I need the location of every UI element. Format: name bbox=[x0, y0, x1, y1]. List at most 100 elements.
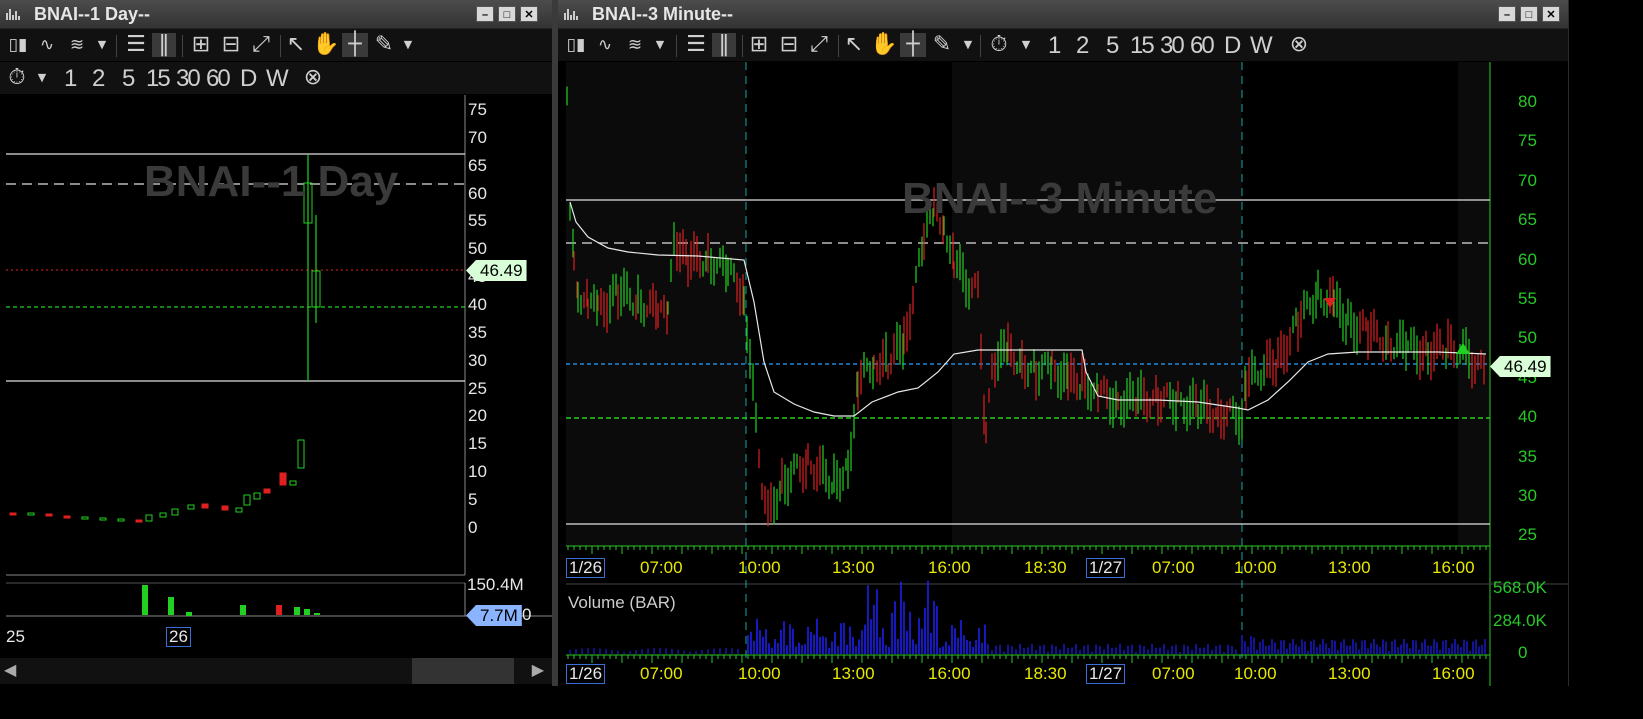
x-tick: 10:00 bbox=[738, 558, 781, 577]
daily-candle bbox=[63, 515, 71, 519]
timeframe-15[interactable]: 15 bbox=[1130, 33, 1155, 59]
daily-candle bbox=[135, 519, 143, 523]
daily-candle bbox=[253, 492, 261, 500]
y-axis-tick: 60 bbox=[1518, 249, 1537, 269]
daily-volume-bar bbox=[314, 613, 320, 615]
scroll-left-icon[interactable]: ◀ bbox=[4, 660, 16, 680]
x-tick: 10:00 bbox=[1234, 558, 1277, 577]
style-icon[interactable]: ≋ bbox=[64, 33, 90, 57]
y-axis-tick: 55 bbox=[468, 211, 487, 231]
timeframe-2[interactable]: 2 bbox=[92, 66, 105, 92]
chevron-down-icon[interactable]: ▼ bbox=[1020, 33, 1032, 57]
volume-max-label: 150.4M bbox=[467, 575, 524, 594]
chevron-down-icon[interactable]: ▼ bbox=[96, 33, 108, 57]
scroll-right-icon[interactable]: ▶ bbox=[532, 660, 544, 680]
timeframe-30[interactable]: 30 bbox=[176, 66, 201, 92]
volume-axis-tick: 0 bbox=[1518, 643, 1528, 662]
style-icon[interactable]: ≋ bbox=[622, 33, 648, 57]
fit-icon[interactable]: ⤢ bbox=[248, 33, 274, 57]
horizontal-scrollbar[interactable]: ◀ ▶ bbox=[0, 658, 552, 684]
close-button[interactable]: ✕ bbox=[1542, 6, 1560, 22]
x-tick: 10:00 bbox=[1234, 664, 1277, 683]
intraday-plot-area[interactable]: BNAI--3 Minute 80 75 70 65 60 55 50 45 40 35 30 25 … bbox=[558, 62, 1568, 686]
minimize-button[interactable]: – bbox=[476, 6, 494, 22]
hand-icon[interactable]: ✋ bbox=[870, 33, 897, 57]
x-tick: 13:00 bbox=[832, 558, 875, 577]
timeframe-w[interactable]: W bbox=[266, 66, 289, 92]
daily-volume-bar bbox=[304, 609, 310, 615]
y-axis-tick: 80 bbox=[1518, 92, 1537, 111]
minimize-button[interactable]: – bbox=[1498, 6, 1516, 22]
line-chart-icon[interactable]: ∿ bbox=[592, 33, 618, 57]
zoom-out-icon[interactable]: ⊟ bbox=[776, 33, 802, 57]
timeframe-1[interactable]: 1 bbox=[64, 66, 77, 92]
timeframe-15[interactable]: 15 bbox=[146, 66, 171, 92]
close-circle-icon[interactable]: ⊗ bbox=[1286, 33, 1312, 57]
pointer-icon[interactable]: ↖ bbox=[284, 33, 308, 57]
daily-candle bbox=[27, 512, 35, 516]
last-price-tag: 46.49 bbox=[466, 260, 527, 281]
timeframe-1[interactable]: 1 bbox=[1048, 33, 1061, 59]
hand-icon[interactable]: ✋ bbox=[312, 33, 339, 57]
timeframe-60[interactable]: 60 bbox=[1190, 33, 1215, 59]
timeframe-5[interactable]: 5 bbox=[1106, 33, 1119, 59]
timeframe-2[interactable]: 2 bbox=[1076, 33, 1089, 59]
pointer-icon[interactable]: ↖ bbox=[842, 33, 866, 57]
x-tick: 25 bbox=[6, 627, 25, 646]
x-tick: 16:00 bbox=[928, 664, 971, 683]
pencil-icon[interactable]: ✎ bbox=[372, 33, 396, 57]
intraday-window-titlebar[interactable]: BNAI--3 Minute-- – □ ✕ bbox=[558, 0, 1568, 29]
volume-axis-tick: 568.0K bbox=[1493, 578, 1547, 597]
y-axis-tick: 35 bbox=[468, 322, 487, 342]
vertical-layout-icon[interactable]: ‖ bbox=[152, 33, 176, 57]
chart-watermark: BNAI--3 Minute bbox=[902, 174, 1218, 223]
timer-icon[interactable]: ⏱ bbox=[986, 33, 1012, 57]
zoom-in-icon[interactable]: ⊞ bbox=[746, 33, 772, 57]
timeframe-d[interactable]: D bbox=[1224, 33, 1241, 59]
timeframe-5[interactable]: 5 bbox=[122, 66, 135, 92]
bar-chart-icon[interactable]: ▯▮ bbox=[6, 33, 30, 57]
chevron-down-icon[interactable]: ▼ bbox=[402, 33, 414, 57]
timeframe-d[interactable]: D bbox=[240, 66, 257, 92]
scrollbar-thumb[interactable] bbox=[412, 658, 514, 684]
bar-chart-icon bbox=[564, 9, 578, 20]
zoom-out-icon[interactable]: ⊟ bbox=[218, 33, 244, 57]
y-axis-tick: 70 bbox=[468, 127, 487, 147]
horizontal-layout-icon[interactable]: ☰ bbox=[122, 33, 150, 57]
chevron-down-icon[interactable]: ▼ bbox=[36, 66, 48, 90]
zoom-in-icon[interactable]: ⊞ bbox=[188, 33, 214, 57]
close-circle-icon[interactable]: ⊗ bbox=[300, 66, 326, 90]
daily-plot-area[interactable]: BNAI--1 Day 7570656055504540353025201510… bbox=[0, 95, 552, 655]
maximize-button[interactable]: □ bbox=[1520, 6, 1538, 22]
x-tick-date: 1/27 bbox=[1086, 558, 1126, 578]
y-axis-tick: 75 bbox=[468, 100, 487, 119]
timeframe-60[interactable]: 60 bbox=[206, 66, 231, 92]
timeframe-30[interactable]: 30 bbox=[1160, 33, 1185, 59]
maximize-button[interactable]: □ bbox=[498, 6, 516, 22]
daily-candle bbox=[289, 480, 297, 486]
timeframe-w[interactable]: W bbox=[1250, 33, 1273, 59]
bar-chart-icon[interactable]: ▯▮ bbox=[564, 33, 588, 57]
y-axis-tick: 10 bbox=[468, 462, 487, 482]
x-tick: 16:00 bbox=[928, 558, 971, 577]
fit-icon[interactable]: ⤢ bbox=[806, 33, 832, 57]
x-tick: 07:00 bbox=[1152, 558, 1195, 577]
crosshair-icon[interactable]: ┼ bbox=[342, 33, 368, 57]
daily-volume-bar bbox=[276, 605, 282, 615]
y-axis-tick: 0 bbox=[468, 517, 478, 537]
line-chart-icon[interactable]: ∿ bbox=[34, 33, 60, 57]
pencil-icon[interactable]: ✎ bbox=[930, 33, 954, 57]
daily-chart-window: BNAI--1 Day-- – □ ✕ ▯▮ ∿ ≋ ▼ ☰ ‖ ⊞ ⊟ ⤢ ↖… bbox=[0, 0, 553, 686]
horizontal-layout-icon[interactable]: ☰ bbox=[682, 33, 710, 57]
y-axis-tick: 30 bbox=[1518, 486, 1537, 505]
x-tick: 13:00 bbox=[832, 664, 875, 683]
timer-icon[interactable]: ⏱ bbox=[4, 66, 30, 90]
chevron-down-icon[interactable]: ▼ bbox=[654, 33, 666, 57]
crosshair-icon[interactable]: ┼ bbox=[900, 33, 926, 57]
y-axis-tick: 65 bbox=[468, 155, 487, 175]
close-button[interactable]: ✕ bbox=[520, 6, 538, 22]
chevron-down-icon[interactable]: ▼ bbox=[962, 33, 974, 57]
y-axis-tick: 5 bbox=[468, 489, 478, 509]
vertical-layout-icon[interactable]: ‖ bbox=[712, 33, 736, 57]
daily-window-titlebar[interactable]: BNAI--1 Day-- – □ ✕ bbox=[0, 0, 552, 29]
